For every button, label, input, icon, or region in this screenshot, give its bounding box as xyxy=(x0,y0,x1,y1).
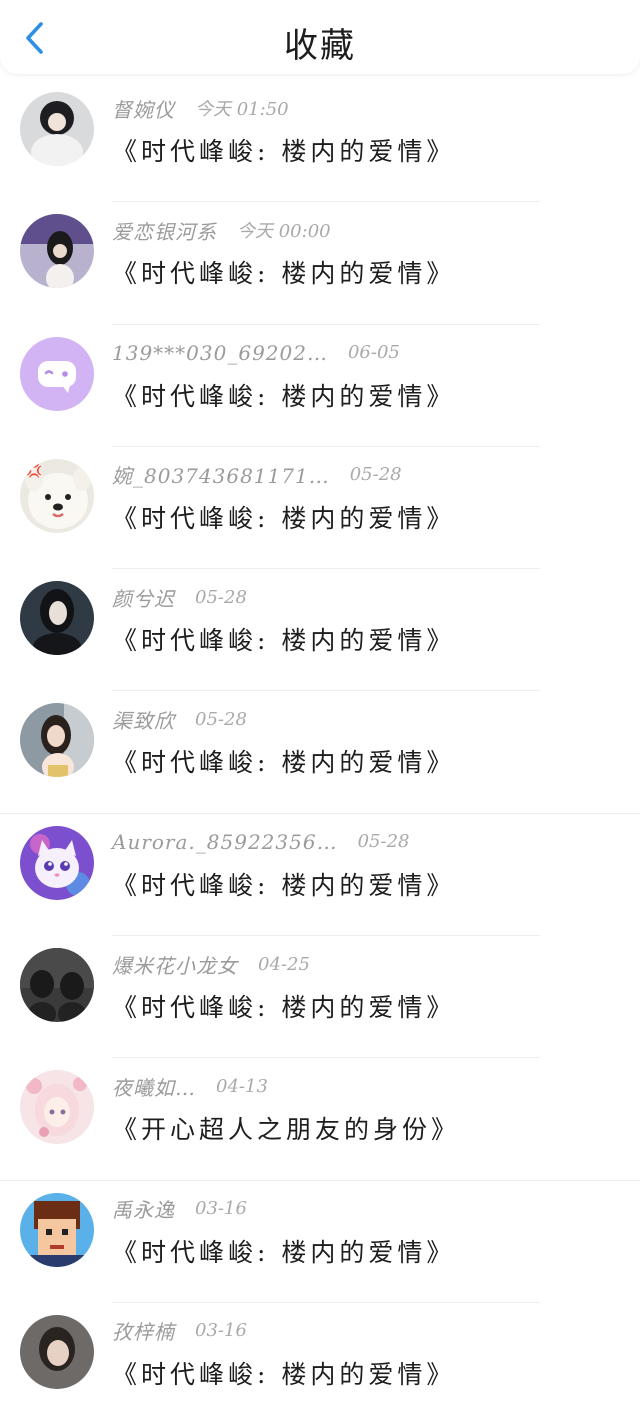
favorites-list: 督婉仪 今天 01:50 《时代峰峻: 楼内的爱情》 爱恋银河系 今天 00:0… xyxy=(0,80,640,1425)
avatar[interactable] xyxy=(20,948,94,1023)
user-name: Aurora._85922356… xyxy=(112,829,338,854)
list-item[interactable]: 孜梓楠 03-16 《时代峰峻: 楼内的爱情》 xyxy=(0,1303,640,1425)
timestamp: 05-28 xyxy=(357,831,410,853)
avatar[interactable] xyxy=(20,825,94,900)
list-item[interactable]: 渠致欣 05-28 《时代峰峻: 楼内的爱情》 xyxy=(0,691,640,814)
user-name: 夜曦如… xyxy=(112,1075,196,1100)
item-title[interactable]: 《时代峰峻: 楼内的爱情》 xyxy=(112,1233,455,1269)
timestamp: 04-13 xyxy=(216,1075,268,1097)
timestamp: 今天 00:00 xyxy=(237,221,331,243)
timestamp: 06-05 xyxy=(347,342,400,364)
item-title[interactable]: 《时代峰峻: 楼内的爱情》 xyxy=(112,1355,455,1391)
item-title[interactable]: 《开心超人之朋友的身份》 xyxy=(112,1110,460,1146)
svg-text:💢: 💢 xyxy=(26,463,42,479)
user-name: 婉_803743681171… xyxy=(112,464,330,489)
item-title[interactable]: 《时代峰峻: 楼内的爱情》 xyxy=(112,866,455,902)
list-item[interactable]: Aurora._85922356… 05-28 《时代峰峻: 楼内的爱情》 xyxy=(0,814,640,937)
page-title: 收藏 xyxy=(284,26,356,66)
item-title[interactable]: 《时代峰峻: 楼内的爱情》 xyxy=(112,132,455,168)
avatar[interactable] xyxy=(20,92,94,166)
list-item[interactable]: 爆米花小龙女 04-25 《时代峰峻: 楼内的爱情》 xyxy=(0,936,640,1059)
user-name: 孜梓楠 xyxy=(112,1320,175,1345)
avatar[interactable] xyxy=(20,214,94,289)
user-name: 督婉仪 xyxy=(112,97,175,122)
item-title[interactable]: 《时代峰峻: 楼内的爱情》 xyxy=(112,988,455,1024)
user-name: 颜兮迟 xyxy=(112,586,175,611)
list-item[interactable]: 139***030_69202… 06-05 《时代峰峻: 楼内的爱情》 xyxy=(0,325,640,447)
list-item[interactable]: 督婉仪 今天 01:50 《时代峰峻: 楼内的爱情》 xyxy=(0,80,640,203)
list-item[interactable]: 禹永逸 03-16 《时代峰峻: 楼内的爱情》 xyxy=(0,1181,640,1303)
timestamp: 04-25 xyxy=(258,953,310,975)
timestamp: 05-28 xyxy=(195,586,247,608)
timestamp: 05-28 xyxy=(349,464,402,486)
avatar[interactable] xyxy=(20,336,94,411)
list-item[interactable]: 夜曦如… 04-13 《开心超人之朋友的身份》 xyxy=(0,1058,640,1181)
avatar[interactable] xyxy=(20,1192,94,1267)
avatar[interactable] xyxy=(20,703,94,778)
timestamp: 03-16 xyxy=(195,1320,247,1342)
user-name: 139***030_69202… xyxy=(112,340,328,365)
top-bar: 收藏 xyxy=(0,0,640,74)
list-item[interactable]: 💢 婉_803743681171… 05-28 《时代峰峻: 楼内的爱情》 xyxy=(0,447,640,570)
list-item[interactable]: 爱恋银河系 今天 00:00 《时代峰峻: 楼内的爱情》 xyxy=(0,202,640,325)
item-title[interactable]: 《时代峰峻: 楼内的爱情》 xyxy=(112,377,455,413)
avatar[interactable]: 💢 xyxy=(20,458,94,533)
avatar[interactable] xyxy=(20,581,94,656)
item-title[interactable]: 《时代峰峻: 楼内的爱情》 xyxy=(112,254,455,290)
user-name: 禹永逸 xyxy=(112,1198,175,1223)
item-title[interactable]: 《时代峰峻: 楼内的爱情》 xyxy=(112,499,455,535)
user-name: 渠致欣 xyxy=(112,708,175,733)
avatar[interactable] xyxy=(20,1314,94,1389)
user-name: 爆米花小龙女 xyxy=(112,953,238,978)
list-item[interactable]: 颜兮迟 05-28 《时代峰峻: 楼内的爱情》 xyxy=(0,569,640,692)
timestamp: 05-28 xyxy=(195,708,247,730)
avatar[interactable] xyxy=(20,1070,94,1145)
user-name: 爱恋银河系 xyxy=(112,219,217,244)
item-title[interactable]: 《时代峰峻: 楼内的爱情》 xyxy=(112,743,455,779)
timestamp: 03-16 xyxy=(195,1198,247,1220)
timestamp: 今天 01:50 xyxy=(195,99,289,120)
item-title[interactable]: 《时代峰峻: 楼内的爱情》 xyxy=(112,621,455,657)
